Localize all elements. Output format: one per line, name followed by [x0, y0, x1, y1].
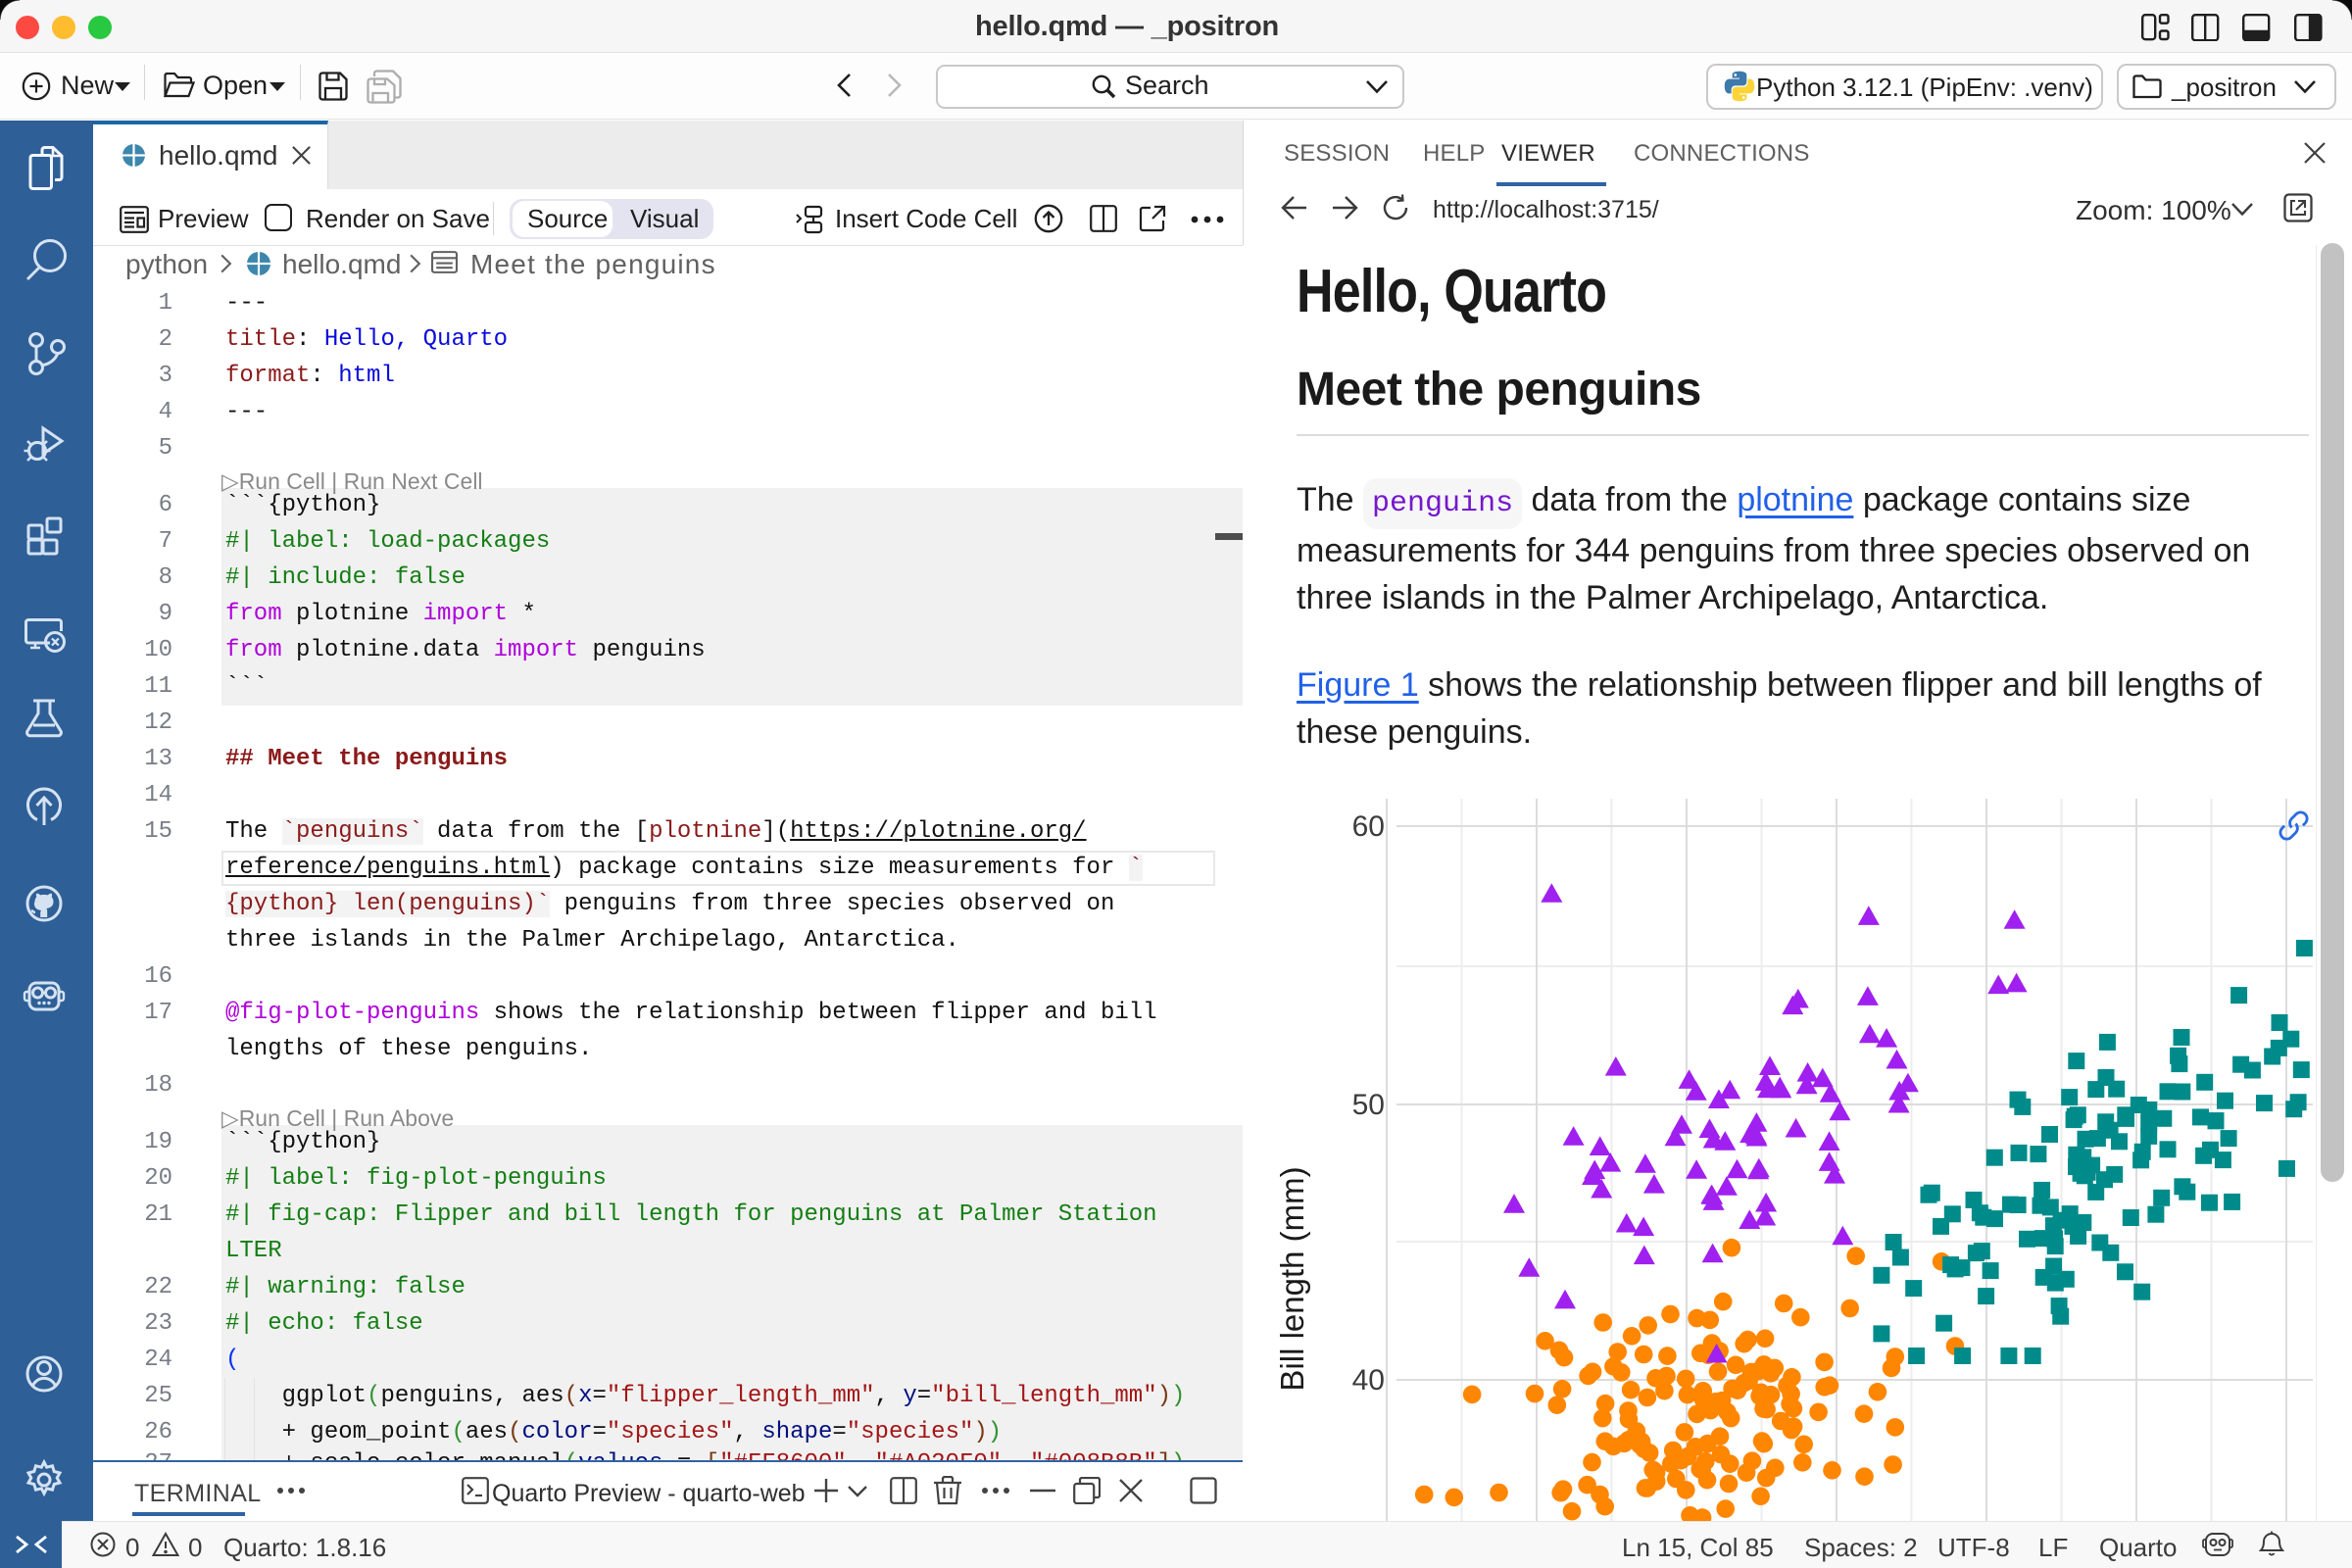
svg-text:Bill length (mm): Bill length (mm) — [1274, 1166, 1310, 1391]
svg-text:60: 60 — [1352, 810, 1385, 843]
svg-text:50: 50 — [1352, 1089, 1385, 1121]
svg-text:40: 40 — [1352, 1364, 1385, 1396]
